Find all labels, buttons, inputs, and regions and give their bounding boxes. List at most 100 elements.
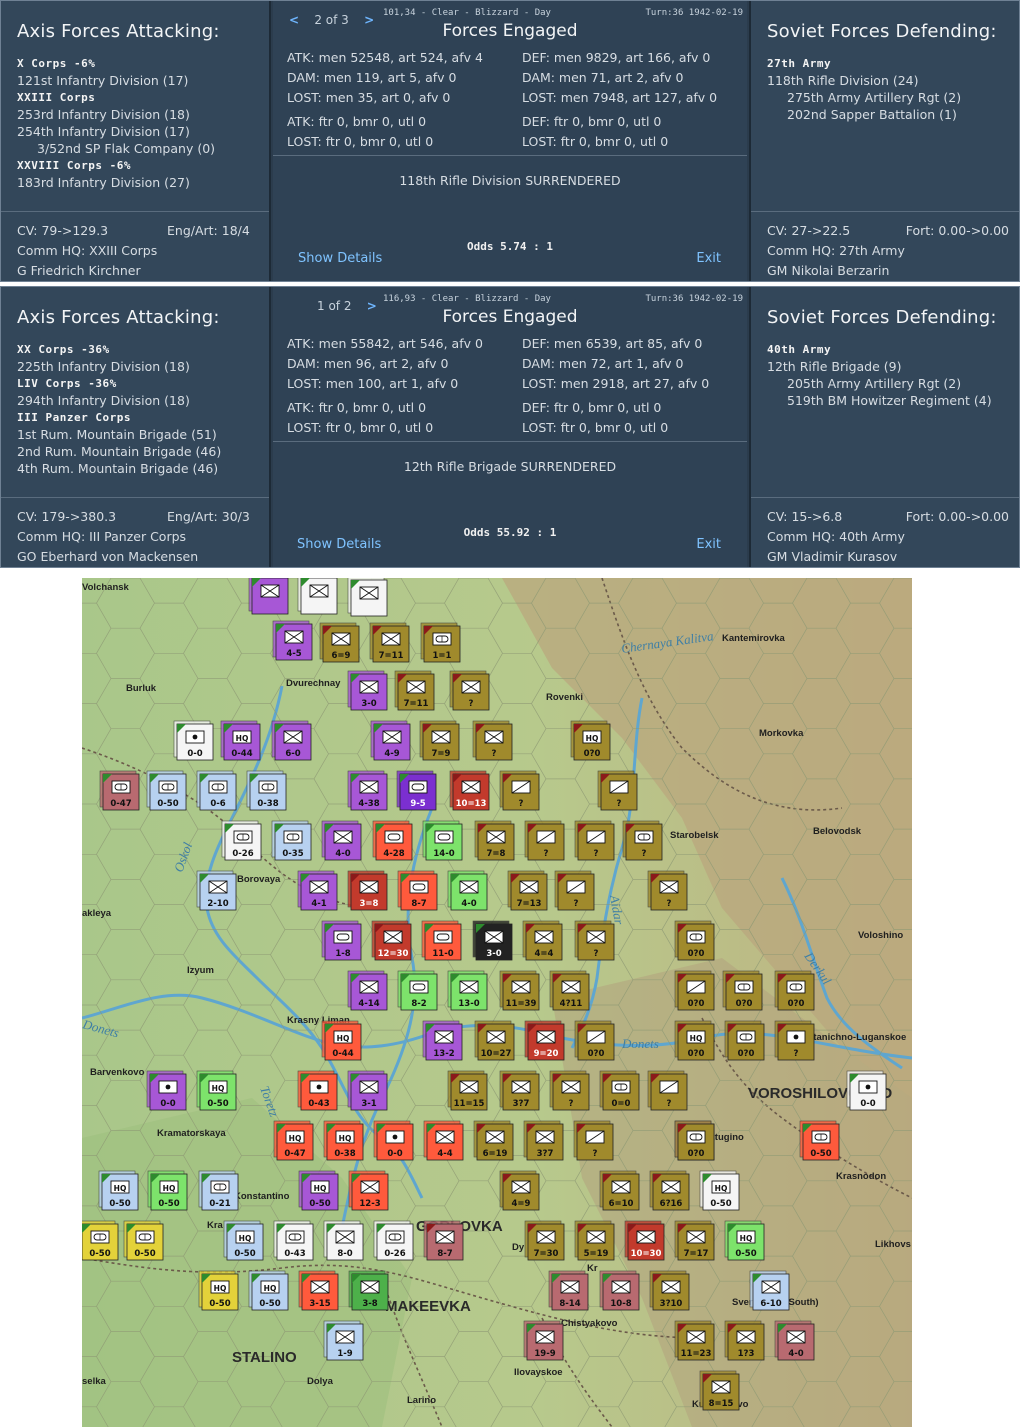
unit-counter[interactable]: ?: [597, 770, 638, 811]
unit-counter[interactable]: 6=19: [473, 1120, 514, 1161]
unit-counter[interactable]: 0?0: [724, 1020, 765, 1061]
unit-counter[interactable]: 0-6: [196, 770, 237, 811]
unit-counter[interactable]: ?: [549, 1070, 590, 1111]
unit-counter[interactable]: 4-14: [347, 970, 388, 1011]
unit-counter[interactable]: 7=9: [419, 720, 460, 761]
unit-counter[interactable]: 4-9: [370, 720, 411, 761]
unit-counter[interactable]: 7=8: [474, 820, 515, 861]
unit-counter[interactable]: ?: [774, 1020, 815, 1061]
unit-counter[interactable]: 0-0: [173, 720, 214, 761]
unit-counter[interactable]: HQ 0-44: [220, 720, 261, 761]
unit-counter[interactable]: [347, 578, 388, 617]
unit-counter[interactable]: 11=23: [674, 1320, 715, 1361]
unit-counter[interactable]: ?: [449, 670, 490, 711]
unit-counter[interactable]: 3-0: [472, 920, 513, 961]
unit-counter[interactable]: HQ 0-50: [298, 1170, 339, 1211]
unit-counter[interactable]: 12=30: [371, 920, 412, 961]
unit-counter[interactable]: 8-7: [397, 870, 438, 911]
unit-counter[interactable]: 4?11: [549, 970, 590, 1011]
unit-counter[interactable]: 0-21: [198, 1170, 239, 1211]
unit-counter[interactable]: 1=1: [420, 622, 461, 663]
unit-counter[interactable]: [248, 578, 289, 615]
unit-counter[interactable]: 11=39: [499, 970, 540, 1011]
unit-counter[interactable]: ?: [499, 770, 540, 811]
unit-counter[interactable]: 0-43: [273, 1220, 314, 1261]
unit-counter[interactable]: 0=0: [599, 1070, 640, 1111]
unit-counter[interactable]: ?: [647, 1070, 688, 1111]
unit-counter[interactable]: 8-7: [423, 1220, 464, 1261]
unit-counter[interactable]: 3?7: [499, 1070, 540, 1111]
unit-counter[interactable]: 4-38: [347, 770, 388, 811]
unit-counter[interactable]: 12-3: [348, 1170, 389, 1211]
unit-counter[interactable]: [297, 578, 338, 615]
unit-counter[interactable]: 4-0: [321, 820, 362, 861]
unit-counter[interactable]: 3-8: [348, 1270, 389, 1311]
unit-counter[interactable]: HQ 0-38: [323, 1120, 364, 1161]
unit-counter[interactable]: 0-35: [271, 820, 312, 861]
unit-counter[interactable]: HQ 0?0: [674, 1020, 715, 1061]
unit-counter[interactable]: 0-0: [846, 1070, 887, 1111]
unit-counter[interactable]: 10-8: [599, 1270, 640, 1311]
exit-button[interactable]: Exit: [696, 537, 721, 552]
unit-counter[interactable]: 8=15: [699, 1370, 740, 1411]
unit-counter[interactable]: 3=8: [347, 870, 388, 911]
unit-counter[interactable]: HQ 0-44: [321, 1020, 362, 1061]
unit-counter[interactable]: 0-0: [146, 1070, 187, 1111]
unit-counter[interactable]: 19-9: [523, 1320, 564, 1361]
unit-counter[interactable]: HQ 0-50: [98, 1170, 139, 1211]
unit-counter[interactable]: 4-28: [372, 820, 413, 861]
unit-counter[interactable]: 0?0: [722, 970, 763, 1011]
unit-counter[interactable]: 7=17: [674, 1220, 715, 1261]
hex-map-canvas[interactable]: Volchansk Burluk Dvurechnay Rovenki Kantemir…: [82, 578, 912, 1427]
unit-counter[interactable]: 0-0: [373, 1120, 414, 1161]
unit-counter[interactable]: 4=4: [522, 920, 563, 961]
unit-counter[interactable]: 9-5: [396, 770, 437, 811]
unit-counter[interactable]: 11-0: [421, 920, 462, 961]
unit-counter[interactable]: 10=13: [449, 770, 490, 811]
unit-counter[interactable]: 8-14: [548, 1270, 589, 1311]
show-details-button[interactable]: Show Details: [297, 537, 381, 552]
exit-button[interactable]: Exit: [696, 251, 721, 266]
unit-counter[interactable]: 9=20: [524, 1020, 565, 1061]
unit-counter[interactable]: 0?0: [674, 920, 715, 961]
unit-counter[interactable]: 11=15: [447, 1070, 488, 1111]
unit-counter[interactable]: 1-9: [323, 1320, 364, 1361]
unit-counter[interactable]: 8-2: [397, 970, 438, 1011]
unit-counter[interactable]: 6-10: [749, 1270, 790, 1311]
unit-counter[interactable]: 0-50: [799, 1120, 840, 1161]
unit-counter[interactable]: 0?0: [674, 1120, 715, 1161]
hex-map[interactable]: Volchansk Burluk Dvurechnay Rovenki Kantemir…: [82, 578, 912, 1427]
unit-counter[interactable]: HQ 0?0: [570, 720, 611, 761]
unit-counter[interactable]: 4-0: [774, 1320, 815, 1361]
unit-counter[interactable]: 3-15: [298, 1270, 339, 1311]
unit-counter[interactable]: HQ 0-50: [196, 1070, 237, 1111]
unit-counter[interactable]: 0-47: [99, 770, 140, 811]
unit-counter[interactable]: ?: [574, 820, 615, 861]
unit-counter[interactable]: 4-4: [423, 1120, 464, 1161]
unit-counter[interactable]: ?: [573, 1120, 614, 1161]
unit-counter[interactable]: 10=30: [624, 1220, 665, 1261]
unit-counter[interactable]: 0-50: [146, 770, 187, 811]
unit-counter[interactable]: 2-10: [196, 870, 237, 911]
unit-counter[interactable]: 4-1: [297, 870, 338, 911]
unit-counter[interactable]: 7=11: [369, 622, 410, 663]
unit-counter[interactable]: 3?10: [649, 1270, 690, 1311]
unit-counter[interactable]: 0-50: [82, 1220, 119, 1261]
unit-counter[interactable]: HQ 0-50: [198, 1270, 239, 1311]
unit-counter[interactable]: 6=10: [599, 1170, 640, 1211]
unit-counter[interactable]: 3?7: [523, 1120, 564, 1161]
unit-counter[interactable]: 4-0: [447, 870, 488, 911]
unit-counter[interactable]: 0-26: [373, 1220, 414, 1261]
unit-counter[interactable]: 0-38: [246, 770, 287, 811]
unit-counter[interactable]: ?: [524, 820, 565, 861]
unit-counter[interactable]: ?: [554, 870, 595, 911]
unit-counter[interactable]: HQ 0-50: [248, 1270, 289, 1311]
unit-counter[interactable]: HQ 0-50: [147, 1170, 188, 1211]
unit-counter[interactable]: 0?0: [574, 1020, 615, 1061]
unit-counter[interactable]: 0?0: [774, 970, 815, 1011]
unit-counter[interactable]: 3-0: [347, 670, 388, 711]
unit-counter[interactable]: 0-26: [221, 820, 262, 861]
unit-counter[interactable]: 6=9: [319, 622, 360, 663]
unit-counter[interactable]: 1-8: [321, 920, 362, 961]
unit-counter[interactable]: HQ 0-50: [724, 1220, 765, 1261]
